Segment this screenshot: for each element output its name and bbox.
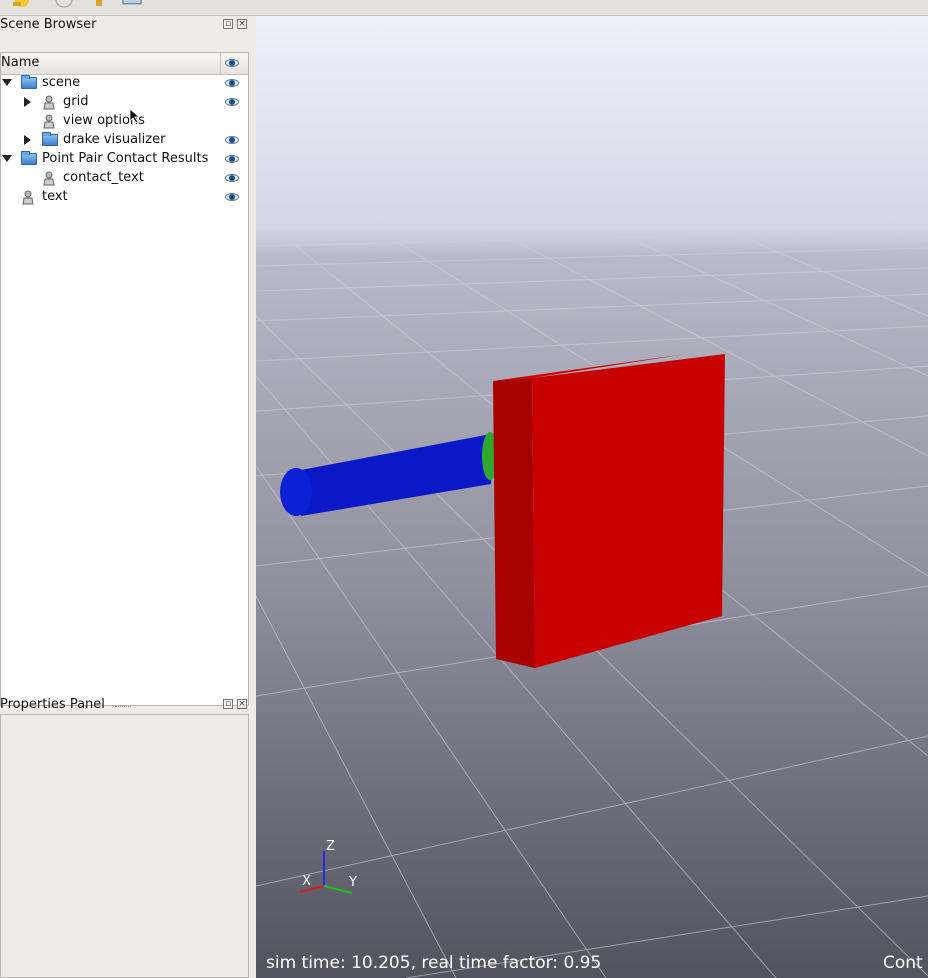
left-dock: Scene Browser ▫ × Name scene grid view o… (0, 16, 251, 978)
object-icon (43, 95, 55, 110)
tree-item-drake-visualizer[interactable]: drake visualizer (1, 131, 248, 150)
3d-scene[interactable]: Z X Y (256, 16, 928, 978)
visibility-eye-icon[interactable] (225, 136, 239, 144)
float-icon[interactable]: ▫ (223, 19, 233, 29)
tree-item-scene[interactable]: scene (1, 74, 248, 93)
3d-viewport[interactable]: Z X Y sim time: 10.205, real time factor… (256, 16, 928, 978)
sim-status-text: sim time: 10.205, real time factor: 0.95 (266, 953, 602, 973)
name-column-header[interactable]: Name (1, 55, 39, 70)
y-axis-label: Y (348, 875, 357, 890)
light-icon[interactable] (90, 0, 110, 10)
scene-browser-titlebar: Scene Browser ▫ × (0, 16, 251, 34)
main-toolbar (0, 0, 928, 16)
expand-arrow-icon[interactable] (2, 155, 12, 162)
properties-panel-titlebar: Properties Panel ▫ × (0, 696, 251, 714)
scene-tree[interactable]: Name scene grid view options drake visua… (0, 52, 249, 706)
collapse-arrow-icon[interactable] (24, 97, 31, 107)
visibility-eye-icon[interactable] (225, 174, 239, 182)
visibility-eye-icon[interactable] (225, 155, 239, 163)
tree-item-contact-text[interactable]: contact_text (1, 169, 248, 188)
tree-header: Name (1, 53, 248, 75)
tree-item-label: Point Pair Contact Results (42, 151, 209, 166)
contact-status-text: Cont (883, 953, 923, 973)
x-axis-label: X (302, 874, 311, 889)
properties-panel-title: Properties Panel (0, 697, 105, 712)
mouse-cursor-icon (129, 108, 141, 124)
folder-icon (21, 151, 37, 165)
tree-item-label: drake visualizer (63, 132, 166, 147)
scene-browser-title: Scene Browser (0, 17, 97, 32)
folder-icon (42, 132, 58, 146)
visibility-column-eye-icon (225, 59, 239, 67)
object-icon (43, 171, 55, 186)
visibility-eye-icon[interactable] (225, 98, 239, 106)
tree-item-grid[interactable]: grid (1, 93, 248, 112)
tree-item-point-pair-contact-results[interactable]: Point Pair Contact Results (1, 150, 248, 169)
tree-item-text[interactable]: text (1, 188, 248, 207)
collapse-arrow-icon[interactable] (24, 135, 31, 145)
lightbulb-icon[interactable] (10, 0, 30, 10)
z-axis-label: Z (326, 839, 335, 854)
object-icon (43, 114, 55, 129)
tree-item-label: scene (42, 75, 81, 90)
screenshot-icon[interactable] (122, 0, 142, 10)
red-box (493, 354, 725, 668)
tree-item-label: text (42, 189, 68, 204)
visibility-eye-icon[interactable] (225, 193, 239, 201)
close-icon[interactable]: × (237, 699, 247, 709)
properties-panel-body (0, 714, 249, 978)
expand-arrow-icon[interactable] (2, 79, 12, 86)
tree-item-label: grid (63, 94, 89, 109)
object-icon (22, 190, 34, 205)
visibility-eye-icon[interactable] (225, 79, 239, 87)
tree-item-label: contact_text (63, 170, 144, 185)
folder-icon (21, 75, 37, 89)
sphere-icon[interactable] (54, 0, 74, 10)
column-separator (220, 53, 221, 74)
close-icon[interactable]: × (237, 19, 247, 29)
tree-item-view-options[interactable]: view options (1, 112, 248, 131)
float-icon[interactable]: ▫ (223, 699, 233, 709)
